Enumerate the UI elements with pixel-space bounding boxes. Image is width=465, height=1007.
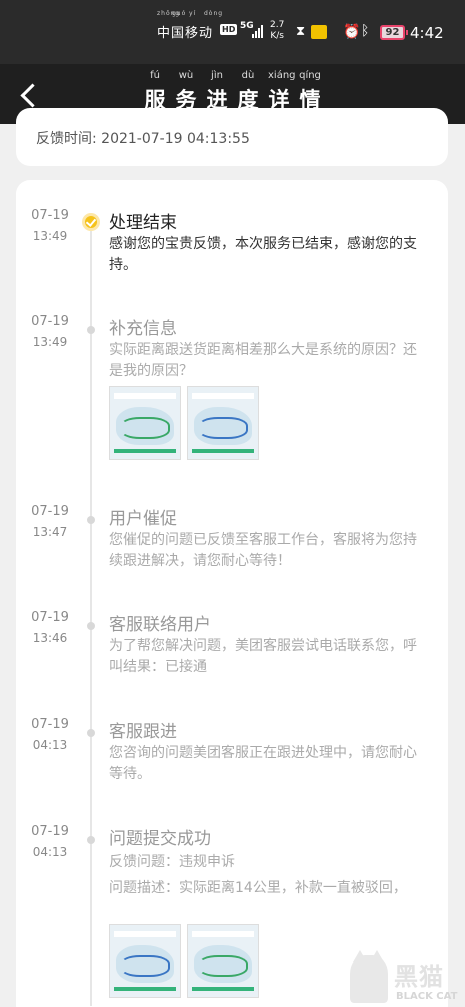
- carrier-name: zhōng guó yí dòng 中国移动: [157, 10, 222, 41]
- time-text: 13:47: [32, 525, 68, 539]
- carrier-pinyin: dòng: [204, 10, 224, 17]
- feedback-time: 反馈时间: 2021-07-19 04:13:55: [36, 128, 250, 148]
- carrier-text: 中国移动: [157, 26, 214, 41]
- image-attachments: [109, 386, 259, 460]
- title-char: 情: [299, 88, 321, 112]
- cat-logo-icon: [350, 950, 388, 1003]
- date-text: 07-19: [31, 717, 69, 732]
- time-text: 13:49: [32, 335, 68, 349]
- timeline-desc: 实际距离跟送货距离相差那么大是系统的原因？还是我的原因？: [109, 342, 417, 379]
- feedback-time-label: 反馈时间:: [36, 131, 97, 147]
- timeline-dot: [87, 836, 95, 844]
- timeline-dot: [87, 622, 95, 630]
- pinyin-char: dù: [241, 70, 255, 81]
- watermark-en: BLACK CAT: [396, 991, 458, 1002]
- pinyin-char: fú: [150, 70, 160, 81]
- clock: 4:42: [410, 24, 444, 42]
- timeline-date: 07-19 13:49: [30, 314, 70, 350]
- timeline-title: 问题提交成功: [109, 829, 211, 849]
- timeline-date: 07-19 13:49: [30, 208, 70, 244]
- network-speed: 2.7 K/s: [270, 20, 284, 42]
- hd-icon: HD: [220, 24, 238, 35]
- page-title-overlay: fú wù jìn dù xiáng qíng 服 务 进 度 详 情: [0, 70, 465, 114]
- timeline-title: 客服跟进: [109, 722, 177, 742]
- time-text: 04:13: [32, 845, 68, 859]
- date-text: 07-19: [31, 208, 69, 223]
- timeline-date: 07-19 04:13: [30, 824, 70, 860]
- speed-value: 2.7: [270, 20, 285, 30]
- timeline-dot: [87, 516, 95, 524]
- pinyin-char: wù: [178, 70, 194, 81]
- title-char: 务: [175, 88, 197, 112]
- timeline-desc: 为了帮您解决问题，美团客服尝试电话联系您，呼叫结果：已接通: [109, 638, 417, 675]
- signal-icon: [252, 24, 266, 38]
- app-notification-icon: [311, 25, 327, 39]
- title-chars-overlay: 服 务 进 度 详 情: [0, 84, 465, 114]
- time-text: 04:13: [32, 738, 68, 752]
- date-text: 07-19: [31, 610, 69, 625]
- timeline-date: 07-19 13:47: [30, 504, 70, 540]
- title-char: 进: [206, 88, 228, 112]
- map-screenshot-thumbnail[interactable]: [187, 924, 259, 998]
- title-char: 度: [237, 88, 259, 112]
- check-circle-icon: [82, 213, 100, 231]
- timeline-title: 客服联络用户: [109, 615, 211, 635]
- watermark-cn: 黑猫: [394, 963, 444, 991]
- timeline-desc: 您催促的问题已反馈至客服工作台，客服将为您持续跟进解决，请您耐心等待！: [109, 532, 417, 569]
- date-text: 07-19: [31, 314, 69, 329]
- timeline-dot: [87, 729, 95, 737]
- title-char: 详: [268, 88, 290, 112]
- timeline-title: 补充信息: [109, 319, 177, 339]
- pinyin-char: jìn: [211, 70, 223, 81]
- hourglass-icon: ⧗: [296, 24, 306, 39]
- title-pinyin-overlay: fú wù jìn dù xiáng qíng: [0, 70, 465, 82]
- feedback-time-value: 2021-07-19 04:13:55: [101, 131, 250, 147]
- timeline-title: 处理结束: [109, 213, 177, 233]
- timeline-card: 07-19 13:49 处理结束 感谢您的宝贵反馈，本次服务已结束，感谢您的支持…: [16, 180, 448, 1007]
- black-cat-watermark: 黑猫 BLACK CAT: [346, 950, 464, 1007]
- timeline-date: 07-19 04:13: [30, 717, 70, 753]
- timeline-line: [90, 216, 92, 1006]
- date-text: 07-19: [31, 824, 69, 839]
- alarm-icon: ⏰: [343, 24, 361, 40]
- time-text: 13:46: [32, 631, 68, 645]
- timeline-desc: 您咨询的问题美团客服正在跟进处理中，请您耐心等待。: [109, 745, 417, 782]
- timeline-desc: 问题描述：实际距离14公里，补款一直被驳回，: [109, 880, 407, 896]
- battery-icon: 92: [380, 25, 408, 40]
- image-attachments: [109, 924, 259, 998]
- pinyin-char: qíng: [299, 70, 321, 81]
- title-char: 服: [144, 88, 166, 112]
- carrier-pinyin: guó: [172, 10, 187, 17]
- nav-bar-overlay: fú wù jìn dù xiáng qíng 服 务 进 度 详 情: [0, 64, 465, 124]
- speed-unit: K/s: [270, 31, 284, 41]
- carrier-pinyin: yí: [189, 10, 197, 17]
- pinyin-char: xiáng: [268, 70, 296, 81]
- time-text: 13:49: [32, 229, 68, 243]
- timeline-title: 用户催促: [109, 509, 177, 529]
- timeline-desc: 感谢您的宝贵反馈，本次服务已结束，感谢您的支持。: [109, 236, 417, 273]
- timeline-date: 07-19 13:46: [30, 610, 70, 646]
- timeline-desc: 反馈问题：违规申诉: [109, 854, 235, 870]
- status-bar: zhōng guó yí dòng 中国移动 HD 5G 2.7 K/s ⧗ ⏰…: [0, 0, 465, 64]
- map-screenshot-thumbnail[interactable]: [109, 924, 181, 998]
- date-text: 07-19: [31, 504, 69, 519]
- map-screenshot-thumbnail[interactable]: [187, 386, 259, 460]
- timeline-dot: [87, 326, 95, 334]
- bluetooth-icon: ᛒ: [361, 23, 370, 39]
- map-screenshot-thumbnail[interactable]: [109, 386, 181, 460]
